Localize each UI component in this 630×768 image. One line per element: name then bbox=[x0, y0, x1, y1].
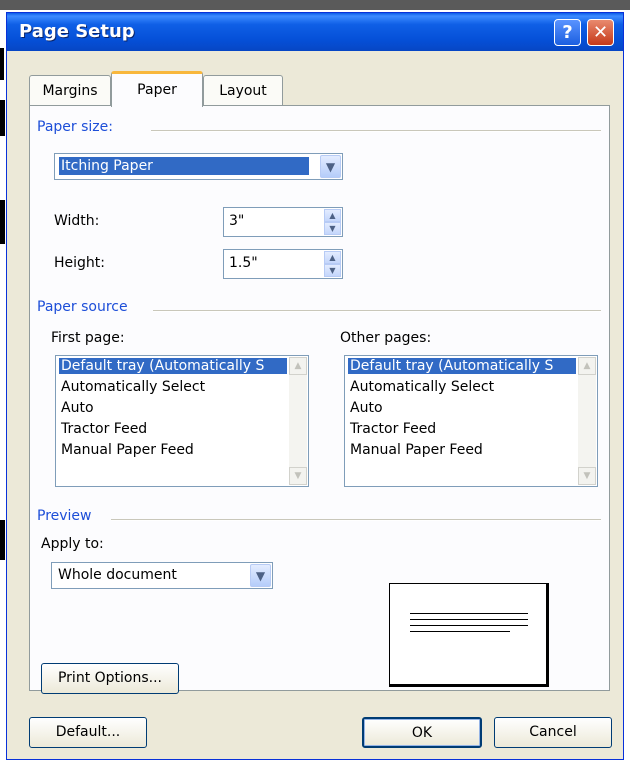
list-item[interactable]: Manual Paper Feed bbox=[348, 442, 576, 458]
width-spinner[interactable]: 3" ▲ ▼ bbox=[223, 207, 343, 237]
preview-line bbox=[410, 631, 510, 632]
apply-to-value: Whole document bbox=[58, 567, 177, 583]
preview-heading: Preview bbox=[37, 508, 92, 524]
close-icon[interactable]: ✕ bbox=[587, 19, 614, 46]
apply-to-select[interactable]: Whole document ▼ bbox=[51, 562, 273, 589]
spin-down-icon[interactable]: ▼ bbox=[324, 222, 341, 235]
tab-layout[interactable]: Layout bbox=[203, 75, 283, 106]
section-divider bbox=[111, 519, 601, 521]
first-page-list[interactable]: Default tray (Automatically S Automatica… bbox=[55, 355, 309, 487]
paper-source-heading: Paper source bbox=[37, 299, 128, 315]
apply-to-label: Apply to: bbox=[41, 536, 104, 552]
other-pages-label: Other pages: bbox=[340, 330, 432, 346]
page-preview bbox=[389, 583, 549, 687]
scroll-up-icon[interactable]: ▲ bbox=[289, 357, 307, 375]
default-button[interactable]: Default... bbox=[29, 717, 147, 748]
list-item[interactable]: Tractor Feed bbox=[348, 421, 576, 437]
first-page-label: First page: bbox=[51, 330, 125, 346]
scroll-down-icon[interactable]: ▼ bbox=[578, 467, 596, 485]
list-item[interactable]: Automatically Select bbox=[348, 379, 576, 395]
list-item[interactable]: Tractor Feed bbox=[59, 421, 287, 437]
ok-button[interactable]: OK bbox=[362, 717, 482, 748]
preview-line bbox=[410, 625, 528, 626]
tab-margins[interactable]: Margins bbox=[29, 75, 111, 106]
print-options-button[interactable]: Print Options... bbox=[41, 663, 179, 694]
page-setup-dialog: Page Setup ? ✕ Margins Paper Layout Pape… bbox=[6, 12, 624, 760]
spin-up-icon[interactable]: ▲ bbox=[324, 251, 341, 264]
list-item[interactable]: Manual Paper Feed bbox=[59, 442, 287, 458]
height-value: 1.5" bbox=[229, 255, 258, 271]
tab-paper[interactable]: Paper bbox=[111, 71, 203, 107]
chevron-down-icon[interactable]: ▼ bbox=[320, 155, 341, 178]
list-item[interactable]: Automatically Select bbox=[59, 379, 287, 395]
vertical-scrollbar[interactable]: ▲ ▼ bbox=[289, 357, 307, 485]
preview-line bbox=[410, 619, 528, 620]
preview-line bbox=[410, 613, 528, 614]
section-divider bbox=[153, 310, 601, 312]
section-divider bbox=[151, 130, 601, 132]
paper-size-heading: Paper size: bbox=[37, 119, 113, 135]
list-item[interactable]: Auto bbox=[348, 400, 576, 416]
paper-size-select[interactable]: Itching Paper ▼ bbox=[54, 153, 343, 180]
width-label: Width: bbox=[54, 213, 100, 229]
width-value: 3" bbox=[229, 213, 245, 229]
dialog-title: Page Setup bbox=[19, 21, 135, 42]
other-pages-list[interactable]: Default tray (Automatically S Automatica… bbox=[344, 355, 598, 487]
scroll-up-icon[interactable]: ▲ bbox=[578, 357, 596, 375]
title-bar[interactable]: Page Setup ? ✕ bbox=[7, 13, 623, 51]
scroll-down-icon[interactable]: ▼ bbox=[289, 467, 307, 485]
vertical-scrollbar[interactable]: ▲ ▼ bbox=[578, 357, 596, 485]
cancel-button[interactable]: Cancel bbox=[494, 717, 612, 748]
chevron-down-icon[interactable]: ▼ bbox=[250, 564, 271, 587]
list-item[interactable]: Default tray (Automatically S bbox=[59, 358, 287, 374]
list-item[interactable]: Default tray (Automatically S bbox=[348, 358, 576, 374]
paper-size-value: Itching Paper bbox=[59, 157, 309, 175]
height-spinner[interactable]: 1.5" ▲ ▼ bbox=[223, 249, 343, 279]
spin-up-icon[interactable]: ▲ bbox=[324, 209, 341, 222]
list-item[interactable]: Auto bbox=[59, 400, 287, 416]
spin-down-icon[interactable]: ▼ bbox=[324, 264, 341, 277]
help-icon[interactable]: ? bbox=[554, 19, 581, 46]
height-label: Height: bbox=[54, 255, 105, 271]
